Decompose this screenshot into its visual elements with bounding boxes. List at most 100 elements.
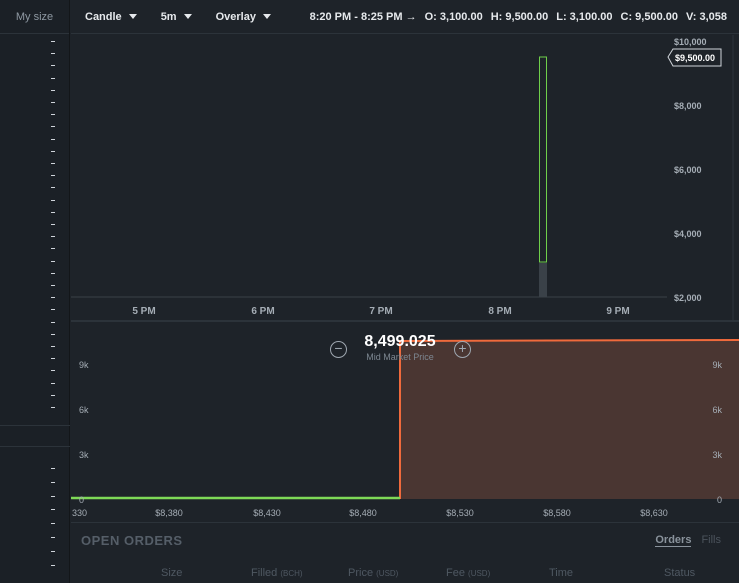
column-header-price[interactable]: Price (USD) [348,567,398,579]
depth-y-tick: 0 [79,495,84,505]
time-range: 8:20 PM - 8:25 PM → [309,11,417,23]
y-tick: $10,000 [674,37,707,47]
order-book-row-placeholder [51,224,55,225]
x-tick: 9 PM [606,306,629,317]
order-book-row-placeholder [51,383,55,384]
depth-y-tick-right: 3k [712,450,722,460]
order-book-row-placeholder [51,358,55,359]
chevron-down-icon [183,14,192,19]
depth-y-tick: 6k [79,405,89,415]
depth-x-tick: $8,480 [349,508,377,518]
tab-fills[interactable]: Fills [701,534,721,547]
order-book-row-placeholder [51,297,55,298]
price-chart-svg: $10,000 $8,000 $6,000 $4,000 $2,000 $9,5… [71,35,734,320]
order-book-row-placeholder [51,273,55,274]
order-book-row-placeholder [51,212,55,213]
chart-type-dropdown[interactable]: Candle [71,11,137,23]
order-book-row-placeholder [51,370,55,371]
order-book-row-placeholder [51,200,55,201]
order-book-row-placeholder [51,565,55,566]
column-header-status[interactable]: Status [664,567,695,579]
order-book-row-placeholder [51,482,55,483]
order-book-row-placeholder [51,175,55,176]
open-orders-tabs: Orders Fills [655,534,721,547]
chart-type-label: Candle [85,10,122,23]
price-chart[interactable]: $10,000 $8,000 $6,000 $4,000 $2,000 $9,5… [71,35,739,320]
chevron-down-icon [128,14,137,19]
chart-toolbar: Candle 5m Overlay 8:20 PM - 8:25 PM → O:… [71,0,739,34]
mid-market-price-label: Mid Market Price [366,352,434,362]
depth-x-tick: $8,630 [640,508,668,518]
order-book-row-placeholder [51,236,55,237]
order-book-row-placeholder [51,248,55,249]
order-book-row-placeholder [51,496,55,497]
order-book-row-placeholder [51,309,55,310]
column-header-filled[interactable]: Filled (BCH) [251,567,303,579]
order-book-row-placeholder [51,261,55,262]
depth-y-tick-right: 0 [717,495,722,505]
order-book-column: My size [0,0,70,583]
depth-x-tick: $8,580 [543,508,571,518]
tab-orders[interactable]: Orders [655,534,692,547]
order-book-row-placeholder [51,163,55,164]
depth-y-tick-right: 9k [712,360,722,370]
y-tick: $2,000 [674,293,702,303]
overlay-label: Overlay [215,10,256,23]
interval-dropdown[interactable]: 5m [147,11,192,23]
candle [539,56,547,263]
order-book-row-placeholder [51,151,55,152]
column-header-time[interactable]: Time [549,567,573,579]
order-book-row-placeholder [51,537,55,538]
column-header-size[interactable]: Size [161,567,182,579]
depth-y-tick: 9k [79,360,89,370]
y-tick: $8,000 [674,101,702,111]
order-book-row-placeholder [51,78,55,79]
order-book-row-placeholder [51,65,55,66]
order-book-row-placeholder [51,126,55,127]
x-tick: 5 PM [132,306,155,317]
ask-depth-area [400,340,739,499]
order-book-row-placeholder [51,334,55,335]
mid-market-price-value: 8,499.025 [364,333,436,350]
y-tick: $6,000 [674,165,702,175]
my-size-header: My size [0,0,69,34]
order-book-row-placeholder [51,468,55,469]
order-book-row-placeholder [51,102,55,103]
ohlc-readout: 8:20 PM - 8:25 PM → O: 3,100.00 H: 9,500… [310,0,727,34]
overlay-dropdown[interactable]: Overlay [202,11,271,23]
low-value: L: 3,100.00 [556,11,613,23]
close-value: C: 9,500.00 [620,11,679,23]
column-header-fee[interactable]: Fee (USD) [446,567,490,579]
open-value: O: 3,100.00 [424,11,483,23]
order-book-row-placeholder [51,407,55,408]
order-book-spread-divider [0,425,70,447]
order-book-row-placeholder [51,551,55,552]
y-tick: $4,000 [674,229,702,239]
open-orders-title: OPEN ORDERS [81,533,183,548]
order-book-row-placeholder [51,285,55,286]
order-book-row-placeholder [51,139,55,140]
mid-market-price: 8,499.025 Mid Market Price [330,333,470,362]
current-price-label: $9,500.00 [675,53,715,63]
depth-x-tick: 330 [72,508,87,518]
order-book-row-placeholder [51,90,55,91]
order-book-row-placeholder [51,509,55,510]
high-value: H: 9,500.00 [490,11,549,23]
depth-y-tick-right: 6k [712,405,722,415]
depth-x-tick: $8,530 [446,508,474,518]
volume-value: V: 3,058 [686,11,727,23]
order-book-row-placeholder [51,53,55,54]
x-tick: 6 PM [251,306,274,317]
order-book-row-placeholder [51,187,55,188]
depth-x-tick: $8,380 [155,508,183,518]
arrow-right-icon: → [405,11,417,23]
order-book-row-placeholder [51,346,55,347]
interval-label: 5m [160,10,177,23]
x-tick: 7 PM [369,306,392,317]
depth-x-tick: $8,430 [253,508,281,518]
order-book-row-placeholder [51,322,55,323]
order-book-row-placeholder [51,395,55,396]
open-orders-panel: OPEN ORDERS Orders Fills Size Filled (BC… [71,522,739,583]
x-tick: 8 PM [488,306,511,317]
chevron-down-icon [262,14,271,19]
